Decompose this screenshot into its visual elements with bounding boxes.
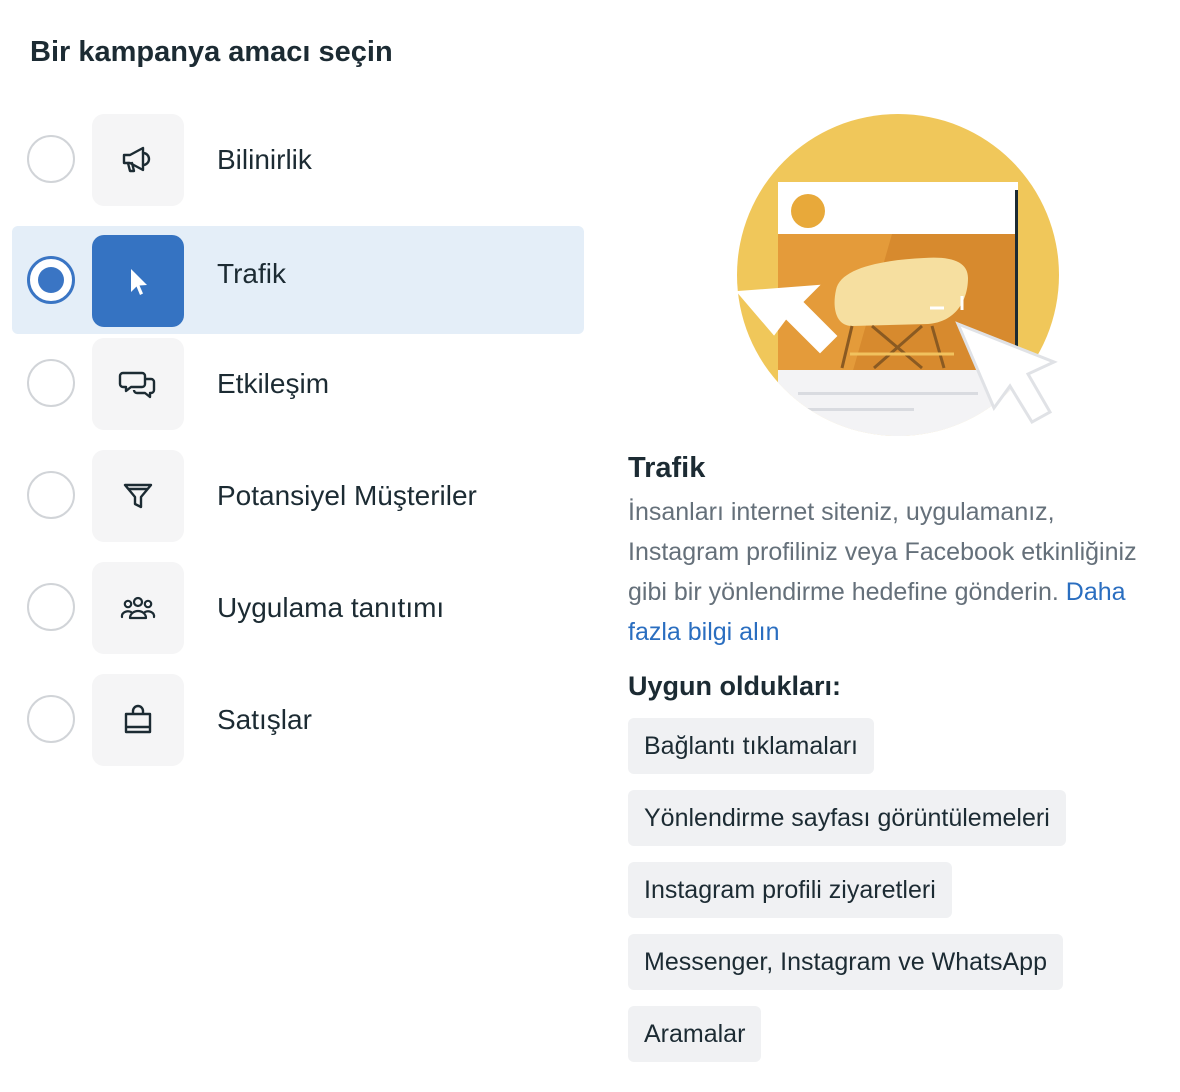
good-for-chip: Instagram profili ziyaretleri <box>628 862 952 918</box>
radio-button[interactable] <box>27 256 75 304</box>
objective-leads[interactable]: Potansiyel Müşteriler <box>12 450 584 558</box>
objective-label: Etkileşim <box>217 368 330 399</box>
objective-traffic[interactable]: Trafik <box>12 226 584 334</box>
radio-button[interactable] <box>27 583 75 631</box>
radio-button[interactable] <box>27 135 75 183</box>
shopping-bag-icon <box>92 674 184 766</box>
cursor-icon <box>92 235 184 327</box>
people-group-icon <box>92 562 184 654</box>
good-for-chip: Bağlantı tıklamaları <box>628 718 874 774</box>
good-for-chip: Aramalar <box>628 1006 762 1062</box>
chat-bubbles-icon <box>92 338 184 430</box>
radio-button[interactable] <box>27 695 75 743</box>
objective-app-promotion[interactable]: Uygulama tanıtımı <box>12 562 584 670</box>
good-for-chip: Yönlendirme sayfası görüntülemeleri <box>628 790 1066 846</box>
radio-button[interactable] <box>27 471 75 519</box>
detail-title: Trafik <box>628 452 706 484</box>
good-for-chip: Messenger, Instagram ve WhatsApp <box>628 934 1063 990</box>
radio-button[interactable] <box>27 359 75 407</box>
objective-detail-panel: Trafik İnsanları internet siteniz, uygul… <box>628 450 1168 1078</box>
traffic-illustration <box>732 112 1072 442</box>
objective-awareness[interactable]: Bilinirlik <box>12 114 584 222</box>
good-for-heading: Uygun oldukları: <box>628 671 842 701</box>
objective-label: Bilinirlik <box>217 144 312 175</box>
good-for-chip-list: Bağlantı tıklamaları Yönlendirme sayfası… <box>628 718 1168 1062</box>
objective-engagement[interactable]: Etkileşim <box>12 338 584 446</box>
objective-label: Uygulama tanıtımı <box>217 592 445 623</box>
page-title: Bir kampanya amacı seçin <box>30 36 393 68</box>
objective-label: Satışlar <box>217 704 312 735</box>
megaphone-icon <box>92 114 184 206</box>
objective-label: Potansiyel Müşteriler <box>217 480 477 511</box>
objective-label: Trafik <box>217 258 286 289</box>
detail-description-text: İnsanları internet siteniz, uygulamanız,… <box>628 498 1137 606</box>
objective-list: Bilinirlik Trafik Etkileşim Potansiyel M… <box>12 114 584 786</box>
detail-description: İnsanları internet siteniz, uygulamanız,… <box>628 492 1168 652</box>
objective-sales[interactable]: Satışlar <box>12 674 584 782</box>
funnel-icon <box>92 450 184 542</box>
